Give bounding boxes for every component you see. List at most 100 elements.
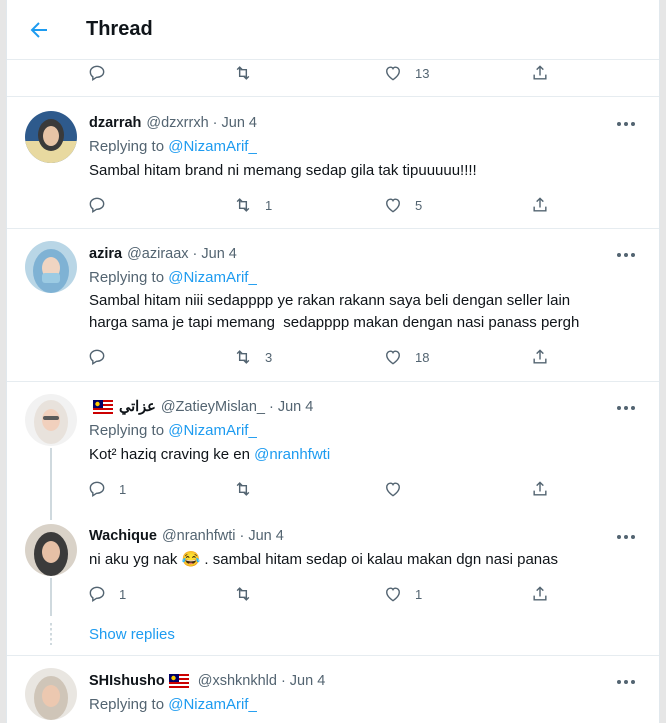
user-handle[interactable]: @ZatieyMislan_	[161, 399, 265, 415]
display-name[interactable]: azira	[89, 246, 122, 262]
thread-dots	[50, 623, 52, 645]
avatar[interactable]	[25, 524, 77, 576]
retweet-icon	[236, 587, 250, 601]
like-count: 13	[415, 65, 430, 81]
reply-button[interactable]: 1	[87, 583, 126, 605]
tweet: dzarrah @dzxrrxh · Jun 4 Replying to @Ni…	[7, 96, 659, 228]
user-handle[interactable]: @xshknkhld	[198, 673, 277, 689]
replying-mention[interactable]: @NizamArif_	[168, 696, 257, 713]
separator-dot: ·	[280, 673, 286, 689]
separator-dot: ·	[212, 115, 218, 131]
retweet-button[interactable]	[233, 478, 265, 500]
retweet-button[interactable]: 3	[233, 346, 272, 368]
share-icon	[533, 586, 547, 601]
retweet-icon	[236, 482, 250, 496]
avatar-image	[25, 111, 77, 163]
tweet: SHIshusho @xshknkhld · Jun 4 Replying to…	[7, 655, 659, 723]
tweet-text-content: Kot² haziq craving ke en	[89, 446, 255, 463]
malaysia-flag-icon	[93, 400, 113, 414]
show-replies-link[interactable]: Show replies	[89, 626, 175, 643]
reply-button[interactable]	[87, 194, 119, 216]
heart-icon	[386, 587, 400, 602]
heart-icon	[386, 198, 400, 213]
reply-button[interactable]	[87, 346, 119, 368]
more-options-icon[interactable]	[615, 675, 637, 689]
replying-mention[interactable]: @NizamArif_	[168, 269, 257, 286]
retweet-button[interactable]: 1	[233, 194, 272, 216]
more-options-icon[interactable]	[615, 117, 637, 131]
tweet-date[interactable]: Jun 4	[201, 246, 236, 262]
like-button[interactable]: 1	[383, 583, 422, 605]
user-handle[interactable]: @aziraax	[127, 246, 188, 262]
heart-icon	[386, 482, 400, 497]
like-button[interactable]: 13	[383, 62, 429, 84]
share-button[interactable]	[530, 583, 550, 605]
replying-label: Replying to	[89, 696, 165, 713]
user-handle[interactable]: @dzxrrxh	[146, 115, 208, 131]
reply-count: 1	[119, 586, 127, 602]
reply-count: 1	[119, 481, 127, 497]
thread-page: Thread 13 dzarrah @dzxrrxh · Jun 4 Reply…	[6, 0, 660, 723]
tweet-date[interactable]: Jun 4	[278, 399, 313, 415]
share-button[interactable]	[530, 62, 550, 84]
avatar[interactable]	[25, 394, 77, 446]
reply-button[interactable]	[87, 62, 119, 84]
reply-button[interactable]: 1	[87, 478, 126, 500]
replying-mention[interactable]: @NizamArif_	[168, 138, 257, 155]
page-title: Thread	[86, 18, 153, 40]
tweet-meta: عزاتي @ZatieyMislan_ · Jun 4	[89, 399, 313, 415]
display-name[interactable]: dzarrah	[89, 115, 141, 131]
like-count: 18	[415, 349, 430, 365]
avatar-image	[25, 524, 77, 576]
like-button[interactable]: 5	[383, 194, 422, 216]
avatar[interactable]	[25, 668, 77, 720]
tweet-date[interactable]: Jun 4	[290, 673, 325, 689]
share-icon	[533, 197, 547, 212]
share-icon	[533, 481, 547, 496]
reply-icon	[89, 349, 105, 365]
share-button[interactable]	[530, 346, 550, 368]
more-options-icon[interactable]	[615, 401, 637, 415]
laughing-emoji-icon: 😂	[181, 551, 201, 568]
retweet-button[interactable]	[233, 62, 265, 84]
like-count: 1	[415, 586, 423, 602]
reply-icon	[89, 197, 105, 213]
replying-to: Replying to @NizamArif_	[89, 422, 257, 439]
tweet-text-content: ni aku yg nak	[89, 551, 182, 568]
tweet-date[interactable]: Jun 4	[248, 528, 283, 544]
heart-icon	[386, 66, 400, 81]
reply-icon	[89, 586, 105, 602]
share-button[interactable]	[530, 194, 550, 216]
replying-label: Replying to	[89, 422, 165, 439]
display-name[interactable]: عزاتي	[119, 399, 156, 415]
replying-label: Replying to	[89, 269, 165, 286]
avatar[interactable]	[25, 241, 77, 293]
like-button[interactable]: 18	[383, 346, 429, 368]
more-options-icon[interactable]	[615, 530, 637, 544]
replying-label: Replying to	[89, 138, 165, 155]
share-icon	[533, 349, 547, 364]
tweet-text: Sambal hitam brand ni memang sedap gila …	[89, 162, 477, 179]
retweet-icon	[236, 350, 250, 364]
replying-to: Replying to @NizamArif_	[89, 696, 257, 713]
share-button[interactable]	[530, 478, 550, 500]
avatar-image	[25, 668, 77, 720]
replying-mention[interactable]: @NizamArif_	[168, 422, 257, 439]
tweet-mention[interactable]: @nranhfwti	[254, 446, 330, 463]
tweet-text: Kot² haziq craving ke en @nranhfwti	[89, 444, 639, 466]
separator-dot: ·	[268, 399, 274, 415]
back-button[interactable]	[27, 18, 55, 44]
display-name[interactable]: Wachique	[89, 528, 157, 544]
more-options-icon[interactable]	[615, 248, 637, 262]
tweet-text-line: Sambal hitam niii sedapppp ye rakan raka…	[89, 292, 571, 309]
tweet-text: ni aku yg nak 😂 . sambal hitam sedap oi …	[89, 549, 639, 571]
retweet-button[interactable]	[233, 583, 265, 605]
tweet-date[interactable]: Jun 4	[222, 115, 257, 131]
tweet-meta: Wachique @nranhfwti · Jun 4	[89, 528, 284, 544]
like-button[interactable]	[383, 478, 415, 500]
display-name[interactable]: SHIshusho	[89, 673, 165, 689]
tweet-meta: SHIshusho @xshknkhld · Jun 4	[89, 673, 325, 689]
user-handle[interactable]: @nranhfwti	[162, 528, 236, 544]
avatar[interactable]	[25, 111, 77, 163]
avatar-image	[25, 394, 77, 446]
